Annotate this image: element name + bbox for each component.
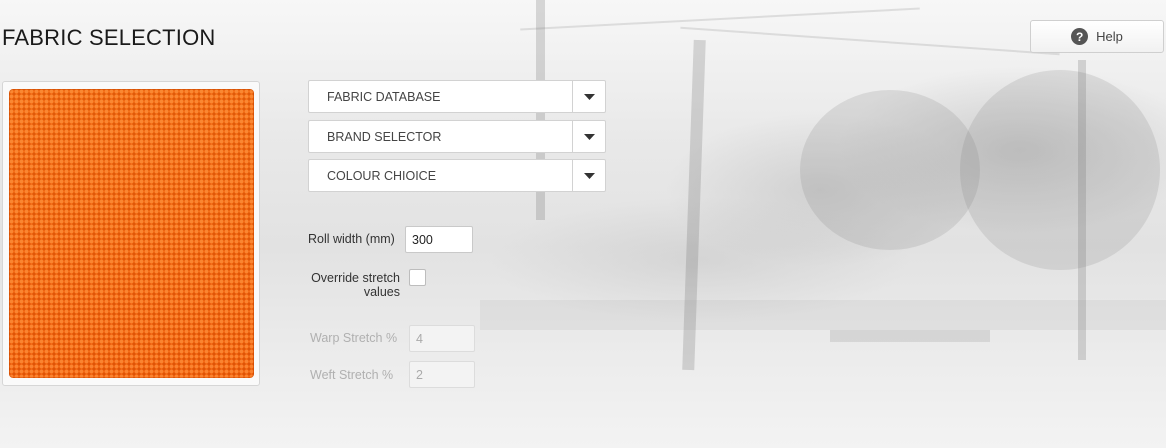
roll-width-label: Roll width (mm) [308,232,395,246]
bench [830,330,990,342]
page-title: FABRIC SELECTION [2,25,216,50]
shade-sail-line [680,26,1060,56]
tree-silhouette [800,90,980,250]
warp-stretch-label: Warp Stretch % [310,331,398,345]
fabric-database-label: FABRIC DATABASE [327,89,441,104]
override-stretch-label-line1: Override stretch [311,271,400,285]
weft-stretch-input[interactable] [409,361,475,388]
override-stretch-label: Override stretch values [308,271,400,299]
roll-width-input[interactable] [405,226,473,253]
caret-down-icon[interactable] [572,160,605,191]
warp-stretch-input[interactable] [409,325,475,352]
ground [480,300,1166,330]
help-button[interactable]: ? Help [1030,20,1164,53]
fabric-swatch-frame [2,81,260,386]
brand-selector-label: BRAND SELECTOR [327,129,442,144]
help-icon: ? [1071,28,1089,45]
tree-silhouette [960,70,1160,270]
fabric-swatch [9,89,254,378]
caret-down-icon[interactable] [572,121,605,152]
override-stretch-checkbox[interactable] [409,269,426,286]
brand-selector-select[interactable]: BRAND SELECTOR [308,120,606,153]
override-stretch-label-line2: values [363,285,400,299]
colour-choice-label: COLOUR CHIOICE [327,168,437,183]
weft-stretch-label: Weft Stretch % [310,368,394,382]
shade-sail-line [520,7,920,31]
help-button-label: Help [1096,29,1123,44]
fabric-database-select[interactable]: FABRIC DATABASE [308,80,606,113]
colour-choice-select[interactable]: COLOUR CHIOICE [308,159,606,192]
caret-down-icon[interactable] [572,81,605,112]
